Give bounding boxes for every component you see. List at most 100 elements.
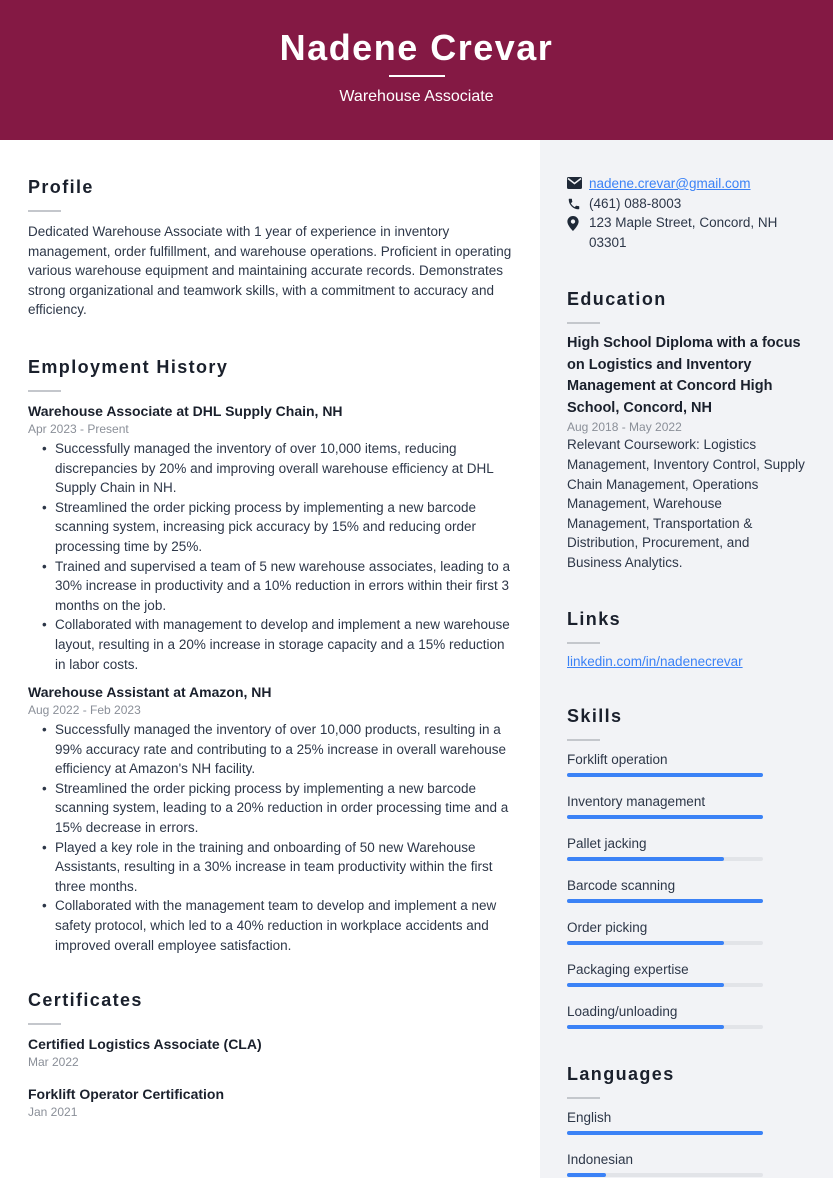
contact-email: nadene.crevar@gmail.com: [567, 174, 806, 194]
section-heading: Certificates: [28, 990, 143, 1011]
job-bullet: Collaborated with the management team to…: [42, 896, 512, 955]
skill-level-bar-track: [567, 857, 763, 862]
skill-level-bar-track: [567, 773, 763, 778]
phone-number: (461) 088-8003: [589, 195, 682, 211]
skill-name: Order picking: [567, 920, 648, 936]
skill-item: Packaging expertise: [567, 960, 806, 988]
section-heading: Education: [567, 289, 667, 310]
skill-name: Inventory management: [567, 794, 706, 810]
section-heading: Links: [567, 608, 622, 629]
job-bullet: Streamlined the order picking process by…: [42, 779, 512, 838]
contact-section: nadene.crevar@gmail.com (461) 088-8003 1…: [567, 174, 806, 252]
education-dates: Aug 2018 - May 2022: [567, 420, 682, 435]
sidebar: nadene.crevar@gmail.com (461) 088-8003 1…: [540, 140, 833, 1178]
job-bullet: Successfully managed the inventory of ov…: [42, 720, 512, 779]
job-bullet: Played a key role in the training and on…: [42, 838, 512, 897]
job-entry: Warehouse Associate at DHL Supply Chain,…: [28, 401, 512, 674]
job-bullet: Successfully managed the inventory of ov…: [42, 439, 512, 498]
map-pin-icon: [567, 213, 589, 232]
skill-level-bar-track: [567, 899, 763, 904]
skill-item: Inventory management: [567, 792, 806, 820]
email-link[interactable]: nadene.crevar@gmail.com: [589, 174, 751, 194]
language-level-bar-track: [567, 1131, 763, 1136]
education-degree: High School Diploma with a focus on Logi…: [567, 335, 801, 416]
language-name: Indonesian: [567, 1152, 634, 1168]
job-title: Warehouse Assistant at Amazon, NH: [28, 684, 272, 701]
job-entry: Warehouse Assistant at Amazon, NH Aug 20…: [28, 682, 512, 955]
language-item: English: [567, 1108, 806, 1136]
skill-level-bar-fill: [567, 773, 763, 778]
address-text: 123 Maple Street, Concord, NH 03301: [589, 215, 778, 250]
skill-level-bar-fill: [567, 983, 724, 988]
certificate-date: Mar 2022: [28, 1055, 79, 1070]
job-bullet: Trained and supervised a team of 5 new w…: [42, 557, 512, 616]
languages-section: Languages English Indonesian: [567, 1063, 806, 1178]
section-divider: [28, 1023, 61, 1026]
profile-section: Profile Dedicated Warehouse Associate wi…: [28, 176, 512, 320]
skill-name: Loading/unloading: [567, 1004, 678, 1020]
skill-level-bar-fill: [567, 815, 763, 820]
candidate-name: Nadene Crevar: [279, 27, 554, 68]
skill-name: Pallet jacking: [567, 836, 647, 852]
language-level-bar-fill: [567, 1173, 607, 1178]
job-bullets: Successfully managed the inventory of ov…: [28, 439, 512, 674]
section-divider: [567, 322, 600, 325]
section-divider: [28, 210, 61, 212]
section-divider: [567, 1097, 600, 1100]
section-heading: Skills: [567, 706, 623, 727]
skill-name: Packaging expertise: [567, 962, 689, 978]
job-bullets: Successfully managed the inventory of ov…: [28, 720, 512, 955]
certificate-item: Forklift Operator Certification Jan 2021: [28, 1084, 512, 1120]
contact-address: 123 Maple Street, Concord, NH 03301: [567, 213, 806, 252]
section-divider: [28, 389, 61, 392]
language-item: Indonesian: [567, 1150, 806, 1178]
section-heading: Employment History: [28, 356, 229, 377]
language-level-bar-fill: [567, 1131, 763, 1136]
header-divider: [388, 75, 445, 77]
skill-level-bar-track: [567, 941, 763, 946]
certificate-name: Certified Logistics Associate (CLA): [28, 1036, 262, 1053]
certificates-section: Certificates Certified Logistics Associa…: [28, 989, 512, 1120]
language-level-bar-track: [567, 1173, 763, 1178]
profile-text: Dedicated Warehouse Associate with 1 yea…: [28, 224, 512, 318]
contact-phone: (461) 088-8003: [567, 194, 806, 214]
linkedin-link[interactable]: linkedin.com/in/nadenecrevar: [567, 652, 806, 672]
main-column: Profile Dedicated Warehouse Associate wi…: [0, 140, 540, 1178]
education-section: Education High School Diploma with a foc…: [567, 288, 806, 572]
section-heading: Profile: [28, 177, 94, 197]
skill-level-bar-fill: [567, 899, 763, 904]
skill-item: Pallet jacking: [567, 834, 806, 862]
job-bullet: Streamlined the order picking process by…: [42, 498, 512, 557]
certificate-date: Jan 2021: [28, 1105, 78, 1120]
certificate-name: Forklift Operator Certification: [28, 1086, 225, 1103]
candidate-title: Warehouse Associate: [339, 88, 494, 105]
skill-level-bar-track: [567, 1025, 763, 1030]
languages-list: English Indonesian: [567, 1108, 806, 1178]
employment-section: Employment History Warehouse Associate a…: [28, 356, 512, 955]
links-section: Links linkedin.com/in/nadenecrevar: [567, 608, 806, 672]
skill-item: Forklift operation: [567, 750, 806, 778]
skill-level-bar-fill: [567, 857, 724, 862]
certificate-item: Certified Logistics Associate (CLA) Mar …: [28, 1034, 512, 1070]
resume-header: Nadene Crevar Warehouse Associate: [0, 0, 833, 140]
skills-section: Skills Forklift operation Inventory manag…: [567, 705, 806, 1030]
skill-level-bar-fill: [567, 941, 724, 946]
envelope-icon: [567, 174, 589, 189]
skills-list: Forklift operation Inventory management Pa…: [567, 750, 806, 1030]
section-heading: Languages: [567, 1064, 675, 1085]
skill-item: Loading/unloading: [567, 1002, 806, 1030]
skill-item: Order picking: [567, 918, 806, 946]
skill-level-bar-track: [567, 983, 763, 988]
section-divider: [567, 739, 600, 742]
language-name: English: [567, 1110, 612, 1126]
job-dates: Apr 2023 - Present: [28, 421, 129, 436]
skill-level-bar-track: [567, 815, 763, 820]
skill-item: Barcode scanning: [567, 876, 806, 904]
skill-name: Forklift operation: [567, 752, 668, 768]
skill-level-bar-fill: [567, 1025, 724, 1030]
job-title: Warehouse Associate at DHL Supply Chain,…: [28, 402, 343, 419]
job-dates: Aug 2022 - Feb 2023: [28, 703, 141, 718]
education-description: Relevant Coursework: Logistics Managemen…: [567, 437, 805, 570]
job-bullet: Collaborated with management to develop …: [42, 615, 512, 674]
skill-name: Barcode scanning: [567, 878, 676, 894]
